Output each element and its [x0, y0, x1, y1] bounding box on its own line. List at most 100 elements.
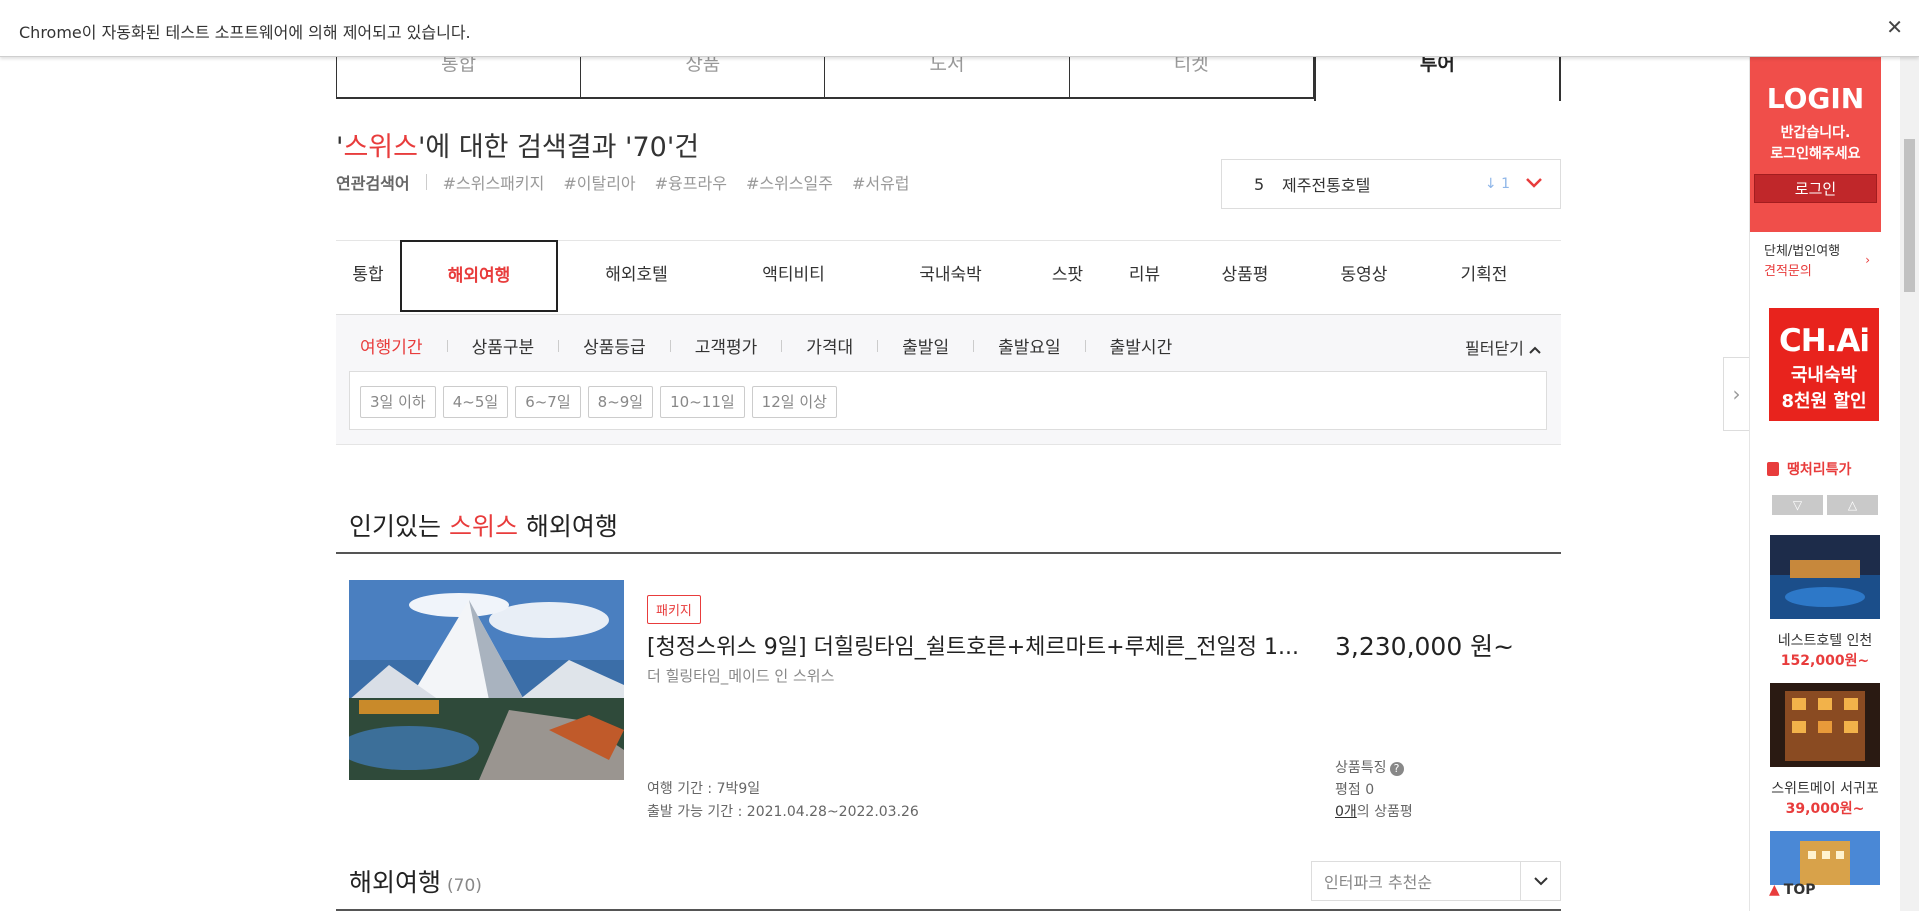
promo-line1: 국내숙박: [1790, 365, 1858, 386]
service-tab-ticket[interactable]: 티켓: [1068, 57, 1314, 99]
chevron-right-icon: ›: [1865, 253, 1870, 267]
welcome-line1: 반갑습니다.: [1780, 125, 1851, 141]
scrollbar-thumb[interactable]: [1904, 139, 1915, 292]
bag-icon: [1767, 462, 1779, 476]
tab-spot[interactable]: 스팟: [1029, 241, 1106, 314]
related-tag[interactable]: #서유럽: [852, 170, 910, 194]
chevron-up-icon[interactable]: △: [1827, 495, 1878, 515]
result-mid: '에 대한 검색결과 ': [417, 132, 633, 163]
search-result-title: '스위스'에 대한 검색결과 '70'건: [336, 125, 699, 164]
popular-suffix: 해외여행: [517, 512, 618, 541]
hotel-image: [1770, 831, 1880, 885]
filter-departure-day[interactable]: 출발요일: [998, 333, 1085, 358]
package-badge: 패키지: [647, 595, 701, 624]
tab-all[interactable]: 통합: [336, 241, 400, 314]
hotel-item[interactable]: [1770, 831, 1880, 885]
filter-departure-time[interactable]: 출발시간: [1110, 333, 1197, 358]
tab-review[interactable]: 리뷰: [1106, 241, 1183, 314]
filter-grade[interactable]: 상품등급: [583, 333, 670, 358]
product-card[interactable]: 패키지 [청정스위스 9일] 더힐링타임_쉴트호른+체르마트+루체른_전일정 1…: [349, 580, 1549, 820]
corp-line1: 단체/법인여행: [1764, 244, 1841, 259]
duration-chip[interactable]: 3일 이하: [360, 386, 436, 418]
duration-chip[interactable]: 12일 이상: [751, 386, 837, 418]
divider: [425, 174, 427, 190]
tab-special[interactable]: 기획전: [1421, 241, 1547, 314]
tab-video[interactable]: 동영상: [1307, 241, 1421, 314]
product-review-count: 0개의 상품평: [1335, 801, 1413, 821]
tab-product-review[interactable]: 상품평: [1183, 241, 1307, 314]
review-count-link[interactable]: 0개: [1335, 804, 1357, 820]
result-count: 70: [632, 132, 667, 163]
promo-line2: 8천원 할인: [1781, 391, 1867, 412]
sort-value: 인터파크 추천순: [1324, 873, 1433, 892]
related-tag[interactable]: #스위스패키지: [443, 170, 545, 194]
divider: [877, 339, 879, 352]
login-button[interactable]: 로그인: [1754, 174, 1877, 203]
filter-departure-date[interactable]: 출발일: [902, 333, 973, 358]
hotel-item[interactable]: 스위트메이 서귀포 39,000원~: [1770, 683, 1880, 818]
divider: [336, 552, 1561, 554]
hotel-image: [1770, 683, 1880, 767]
related-label: 연관검색어: [336, 174, 410, 193]
deal-title: 땡처리특가: [1767, 459, 1851, 479]
rank-change: ↓ 1: [1484, 176, 1510, 192]
tab-domestic-stay[interactable]: 국내숙박: [872, 241, 1029, 314]
related-tag[interactable]: #스위스일주: [746, 170, 833, 194]
service-tab-tour[interactable]: 투어: [1313, 57, 1562, 101]
duration-chip[interactable]: 8~9일: [587, 386, 654, 418]
filter-price[interactable]: 가격대: [806, 333, 877, 358]
close-icon[interactable]: ✕: [1886, 15, 1903, 39]
service-tab-shopping[interactable]: 상품: [580, 57, 825, 99]
filter-close-button[interactable]: 필터닫기: [1465, 335, 1541, 359]
chevron-right-icon: ›: [1732, 382, 1741, 406]
filter-duration[interactable]: 여행기간: [360, 333, 447, 358]
filter-product-type[interactable]: 상품구분: [472, 333, 559, 358]
divider: [446, 339, 448, 352]
infobar-message: Chrome이 자동화된 테스트 소프트웨어에 의해 제어되고 있습니다.: [19, 23, 471, 42]
product-image[interactable]: [349, 580, 624, 780]
tab-overseas-hotel[interactable]: 해외호텔: [558, 241, 715, 314]
corporate-travel-link[interactable]: 단체/법인여행 견적문의: [1764, 242, 1840, 282]
related-keywords: 연관검색어 #스위스패키지 #이탈리아 #융프라우 #스위스일주 #서유럽: [336, 170, 929, 194]
chevron-down-icon[interactable]: ▽: [1772, 495, 1823, 515]
sidebar-toggle-button[interactable]: ›: [1723, 357, 1749, 431]
chevron-down-icon[interactable]: [1520, 862, 1560, 900]
divider: [781, 339, 783, 352]
duration-chip[interactable]: 4~5일: [442, 386, 509, 418]
filter-rating[interactable]: 고객평가: [695, 333, 782, 358]
help-icon[interactable]: ?: [1389, 762, 1404, 776]
product-title[interactable]: [청정스위스 9일] 더힐링타임_쉴트호른+체르마트+루체른_전일정 1...: [647, 629, 1299, 661]
filter-close-label: 필터닫기: [1465, 339, 1524, 358]
tab-activity[interactable]: 액티비티: [715, 241, 872, 314]
promo-banner[interactable]: CH.Ai 국내숙박 8천원 할인: [1769, 308, 1879, 421]
hotel-item[interactable]: 네스트호텔 인천 152,000원~: [1770, 535, 1880, 670]
page-scrollbar[interactable]: [1900, 57, 1919, 911]
result-end: '건: [666, 132, 700, 163]
product-subtitle: 더 힐링타임_메이드 인 스위스: [647, 667, 835, 685]
duration-chip[interactable]: 6~7일: [515, 386, 581, 418]
service-tab-books[interactable]: 도서: [824, 57, 1069, 99]
chevron-up-icon: [1529, 346, 1541, 354]
related-tag[interactable]: #융프라우: [655, 170, 727, 194]
related-tag[interactable]: #이탈리아: [563, 170, 635, 194]
hotel-name: 스위트메이 서귀포: [1771, 781, 1879, 797]
popular-ranking-box[interactable]: 5 제주전통호텔 ↓ 1: [1221, 159, 1561, 209]
top-label: TOP: [1783, 882, 1816, 898]
deal-nav: ▽ △: [1772, 495, 1878, 515]
popular-prefix: 인기있는: [349, 512, 449, 541]
duration-chip[interactable]: 10~11일: [660, 386, 745, 418]
rank-keyword[interactable]: 제주전통호텔: [1282, 172, 1485, 196]
category-tabs: 통합 해외여행 해외호텔 액티비티 국내숙박 스팟 리뷰 상품평 동영상 기획전: [336, 240, 1561, 315]
tab-overseas-travel[interactable]: 해외여행: [400, 240, 558, 312]
divider: [558, 339, 560, 352]
hotel-price: 39,000원~: [1785, 801, 1865, 817]
product-duration: 여행 기간 : 7박9일: [647, 781, 761, 797]
product-score: 평점 0: [1335, 782, 1375, 798]
search-keyword: 스위스: [343, 132, 418, 163]
hotel-name: 네스트호텔 인천: [1777, 633, 1873, 649]
chevron-down-icon[interactable]: [1526, 176, 1542, 192]
service-tab-all[interactable]: 통합: [336, 57, 581, 99]
scroll-top-button[interactable]: ▲ TOP: [1769, 882, 1816, 898]
sort-select[interactable]: 인터파크 추천순: [1311, 861, 1561, 901]
promo-logo: CH.Ai: [1778, 323, 1870, 359]
